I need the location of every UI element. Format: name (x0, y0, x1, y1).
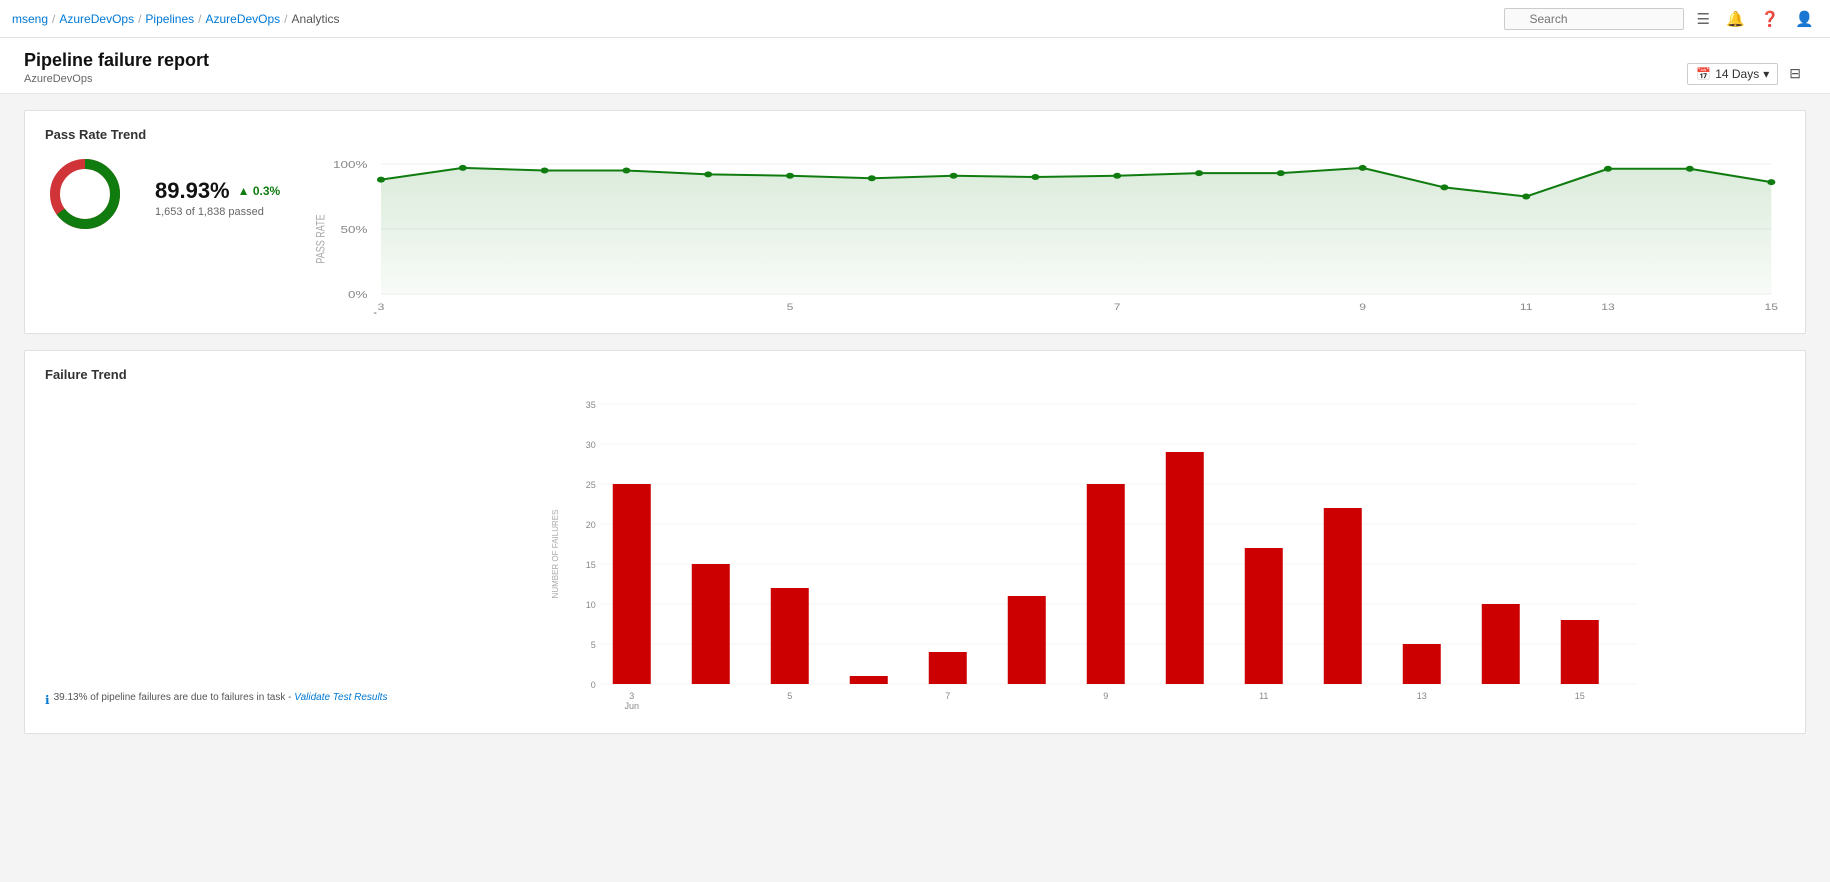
bar-0 (613, 484, 651, 684)
pass-percentage: 89.93% (155, 178, 230, 204)
topbar: mseng / AzureDevOps / Pipelines / AzureD… (0, 0, 1830, 38)
bar-11 (1482, 604, 1520, 684)
page-subtitle: AzureDevOps (24, 73, 209, 85)
svg-text:0: 0 (591, 680, 596, 690)
svg-text:11: 11 (1260, 691, 1269, 701)
donut-chart (45, 154, 125, 234)
failure-left: ℹ 39.13% of pipeline failures are due to… (45, 394, 387, 717)
pass-stats: 89.93% ▲ 0.3% 1,653 of 1,838 passed (155, 178, 280, 218)
pass-rate-title: Pass Rate Trend (45, 127, 1785, 142)
svg-text:35: 35 (586, 400, 596, 410)
svg-text:Jun: Jun (371, 311, 391, 314)
svg-text:5: 5 (591, 640, 596, 650)
failure-chart-area: NUMBER OF FAILURES 35 30 25 20 15 10 (407, 394, 1785, 717)
line-chart-svg: 100% 50% 0% (300, 154, 1785, 314)
failure-trend-title: Failure Trend (45, 367, 1785, 382)
breadcrumb-pipelines[interactable]: Pipelines (145, 12, 194, 26)
bar-6 (1087, 484, 1125, 684)
failure-note-text: 39.13% of pipeline failures are due to f… (54, 692, 388, 703)
pass-count: 1,653 of 1,838 passed (155, 206, 280, 218)
search-input[interactable] (1504, 8, 1684, 30)
svg-text:13: 13 (1601, 302, 1615, 312)
svg-text:7: 7 (946, 691, 951, 701)
svg-text:PASS RATE: PASS RATE (314, 214, 328, 263)
bar-3 (850, 676, 888, 684)
list-icon[interactable]: ☰ (1692, 6, 1713, 32)
pass-rate-row: 89.93% ▲ 0.3% 1,653 of 1,838 passed (45, 154, 280, 242)
donut-svg (45, 154, 125, 234)
main-content: Pass Rate Trend (0, 94, 1830, 750)
search-wrapper: 🔍 (1504, 8, 1684, 30)
topbar-right: 🔍 ☰ 🔔 ❓ 👤 (1504, 6, 1818, 32)
help-icon[interactable]: ❓ (1757, 6, 1784, 32)
svg-text:11: 11 (1520, 302, 1533, 312)
bar-12 (1561, 620, 1599, 684)
page-title-section: Pipeline failure report AzureDevOps (24, 50, 209, 85)
svg-text:NUMBER OF FAILURES: NUMBER OF FAILURES (551, 510, 560, 599)
header-controls: 📅 14 Days ▾ ⊟ (1687, 62, 1806, 85)
svg-text:15: 15 (1765, 302, 1779, 312)
bar-4 (929, 652, 967, 684)
chevron-down-icon: ▾ (1763, 67, 1769, 81)
bar-1 (692, 564, 730, 684)
info-icon: ℹ (45, 693, 50, 707)
breadcrumb: mseng / AzureDevOps / Pipelines / AzureD… (12, 12, 340, 26)
bar-10 (1403, 644, 1441, 684)
days-label: 14 Days (1715, 67, 1759, 81)
filter-icon[interactable]: ⊟ (1784, 62, 1806, 85)
failure-link[interactable]: Validate Test Results (294, 692, 387, 703)
svg-text:5: 5 (788, 691, 793, 701)
bar-9 (1324, 508, 1362, 684)
user-icon[interactable]: 👤 (1791, 6, 1818, 32)
svg-text:Jun: Jun (625, 701, 640, 711)
svg-text:0%: 0% (348, 289, 368, 301)
bar-chart-svg: NUMBER OF FAILURES 35 30 25 20 15 10 (407, 394, 1785, 714)
svg-text:100%: 100% (333, 159, 368, 171)
svg-text:25: 25 (586, 480, 596, 490)
svg-text:13: 13 (1417, 691, 1427, 701)
pass-rate-chart-area: 100% 50% 0% (300, 154, 1785, 317)
bar-2 (771, 588, 809, 684)
bar-5 (1008, 596, 1046, 684)
days-selector[interactable]: 📅 14 Days ▾ (1687, 63, 1778, 85)
svg-text:15: 15 (1575, 691, 1585, 701)
calendar-icon: 📅 (1696, 67, 1711, 81)
breadcrumb-azuredevops1[interactable]: AzureDevOps (59, 12, 134, 26)
page-title: Pipeline failure report (24, 50, 209, 71)
breadcrumb-mseng[interactable]: mseng (12, 12, 48, 26)
breadcrumb-azuredevops2[interactable]: AzureDevOps (205, 12, 280, 26)
svg-text:10: 10 (586, 600, 596, 610)
svg-text:3: 3 (630, 691, 635, 701)
svg-text:50%: 50% (341, 224, 368, 236)
svg-text:9: 9 (1104, 691, 1109, 701)
svg-text:15: 15 (586, 560, 596, 570)
svg-text:7: 7 (1114, 302, 1121, 312)
failure-trend-card: Failure Trend ℹ 39.13% of pipeline failu… (24, 350, 1806, 734)
pass-rate-content: 89.93% ▲ 0.3% 1,653 of 1,838 passed 100% (45, 154, 1785, 317)
failure-trend-content: ℹ 39.13% of pipeline failures are due to… (45, 394, 1785, 717)
bar-8 (1245, 548, 1283, 684)
svg-text:9: 9 (1359, 302, 1366, 312)
page-header: Pipeline failure report AzureDevOps 📅 14… (0, 38, 1830, 94)
svg-text:5: 5 (787, 302, 794, 312)
svg-text:20: 20 (586, 520, 596, 530)
failure-note: ℹ 39.13% of pipeline failures are due to… (45, 692, 387, 707)
pass-delta: ▲ 0.3% (238, 184, 281, 198)
pass-rate-left: 89.93% ▲ 0.3% 1,653 of 1,838 passed (45, 154, 280, 242)
svg-text:30: 30 (586, 440, 596, 450)
notifications-icon[interactable]: 🔔 (1722, 6, 1749, 32)
bar-7 (1166, 452, 1204, 684)
breadcrumb-analytics: Analytics (292, 12, 340, 26)
pass-rate-card: Pass Rate Trend (24, 110, 1806, 334)
